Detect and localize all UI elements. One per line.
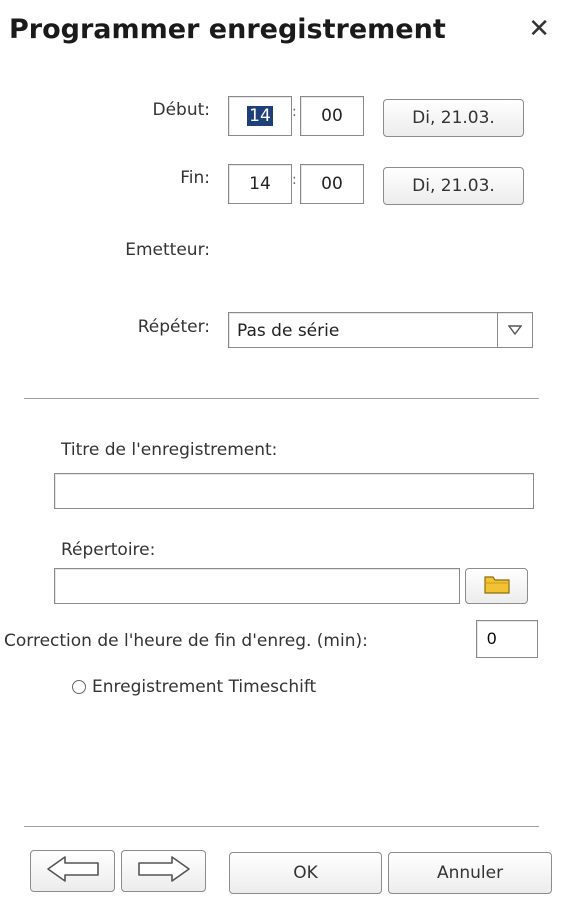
browse-directory-button[interactable]: [465, 568, 528, 604]
start-minute-field[interactable]: 00: [300, 96, 364, 136]
footer-divider: [24, 826, 539, 827]
arrow-left-icon: [45, 855, 101, 888]
folder-icon: [483, 573, 511, 600]
start-label: Début:: [152, 100, 210, 120]
end-label: Fin:: [180, 168, 210, 188]
repeat-label: Répéter:: [137, 317, 210, 337]
end-minute-field[interactable]: 00: [300, 164, 364, 204]
arrow-right-icon: [136, 855, 192, 888]
chevron-down-icon[interactable]: [497, 313, 532, 347]
end-date-button[interactable]: Di, 21.03.: [383, 167, 524, 205]
close-icon[interactable]: ✕: [528, 14, 550, 44]
start-date-button[interactable]: Di, 21.03.: [383, 99, 524, 137]
dialog-title: Programmer enregistrement: [9, 14, 446, 45]
timeshift-radio[interactable]: [72, 680, 86, 694]
repeat-dropdown-value: Pas de série: [237, 321, 340, 341]
directory-input[interactable]: [54, 568, 460, 604]
start-hour-value: 14: [247, 106, 273, 126]
recording-title-input[interactable]: [54, 473, 534, 509]
back-button[interactable]: [30, 850, 115, 892]
forward-button[interactable]: [121, 850, 206, 892]
repeat-dropdown[interactable]: Pas de série: [228, 312, 533, 348]
channel-label: Emetteur:: [125, 240, 210, 260]
cancel-button[interactable]: Annuler: [388, 852, 552, 894]
timeshift-label: Enregistrement Timeschift: [92, 677, 317, 697]
end-hour-field[interactable]: 14: [228, 164, 292, 204]
time-separator: :: [292, 172, 297, 188]
timeshift-option[interactable]: Enregistrement Timeschift: [72, 677, 316, 697]
time-separator: :: [292, 104, 297, 120]
end-correction-label: Correction de l'heure de fin d'enreg. (m…: [4, 631, 368, 651]
start-hour-field[interactable]: 14: [228, 96, 292, 136]
end-correction-input[interactable]: [476, 620, 538, 658]
directory-label: Répertoire:: [61, 540, 156, 560]
recording-title-label: Titre de l'enregistrement:: [61, 440, 278, 460]
divider: [24, 398, 539, 399]
ok-button[interactable]: OK: [229, 852, 382, 894]
